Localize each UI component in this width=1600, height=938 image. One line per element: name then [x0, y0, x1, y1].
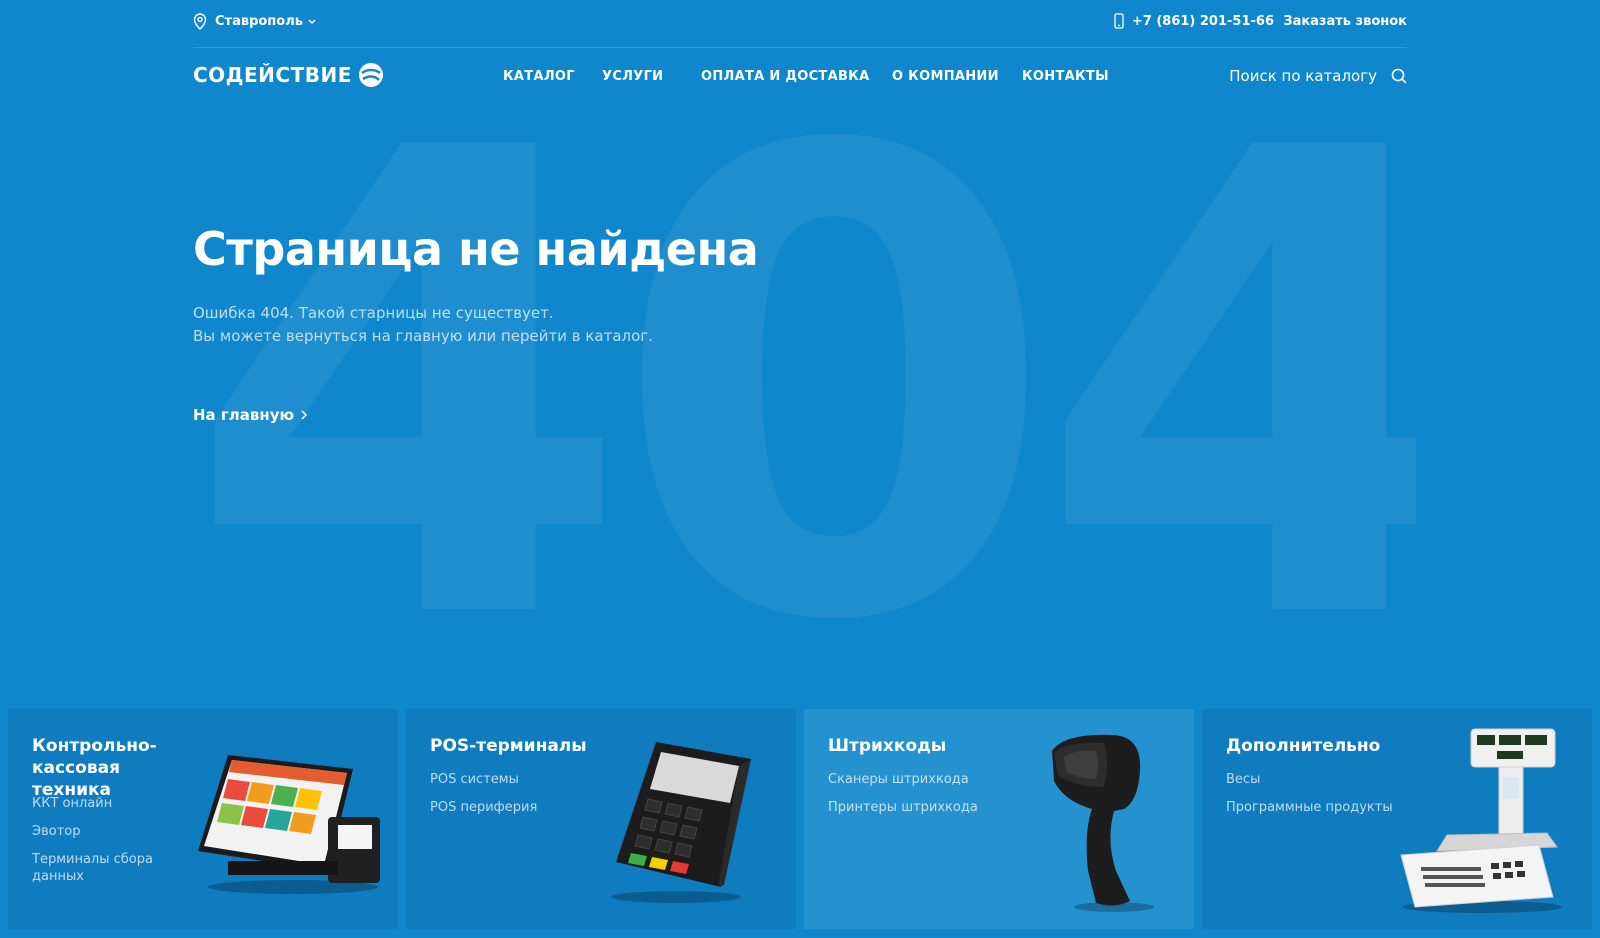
barcode-scanner-image	[1052, 734, 1154, 912]
card-link-barcode-printers[interactable]: Принтеры штрихкода	[828, 799, 978, 816]
card-title: POS-терминалы	[430, 735, 630, 757]
category-card-barcodes[interactable]: Штрихкоды Сканеры штрихкода Принтеры штр…	[804, 709, 1194, 929]
card-link-software[interactable]: Программные продукты	[1226, 799, 1393, 816]
main-header: СОДЕЙСТВИЕ КАТАЛОГ УСЛУГИ ОПЛАТА И ДОСТА…	[193, 48, 1407, 108]
card-link-data-terminals-cont[interactable]: данных	[32, 868, 153, 885]
card-links: POS системы POS периферия	[430, 771, 537, 827]
error-line-1: Ошибка 404. Такой старницы не существует…	[193, 304, 554, 322]
nav-payment-delivery[interactable]: ОПЛАТА И ДОСТАВКА	[701, 69, 869, 84]
error-description: Ошибка 404. Такой старницы не существует…	[193, 302, 653, 348]
mobile-phone-icon	[1114, 13, 1124, 29]
category-card-pos[interactable]: POS-терминалы POS системы POS периферия	[406, 709, 796, 929]
home-link[interactable]: На главную	[193, 406, 308, 424]
card-link-pos-systems[interactable]: POS системы	[430, 771, 537, 788]
weighing-scale-image	[1400, 728, 1562, 913]
phone-text: +7 (861) 201-51-66	[1131, 13, 1274, 29]
search-label: Поиск по каталогу	[1229, 67, 1377, 85]
card-links: Сканеры штрихкода Принтеры штрихкода	[828, 771, 978, 827]
category-card-additional[interactable]: Дополнительно Весы Программные продукты	[1202, 709, 1592, 929]
card-title-line: POS-терминалы	[430, 736, 587, 756]
logo[interactable]: СОДЕЙСТВИЕ	[193, 62, 384, 88]
callback-link[interactable]: Заказать звонок	[1283, 14, 1407, 29]
logo-text: СОДЕЙСТВИЕ	[193, 63, 352, 87]
card-title-line: Штрихкоды	[828, 736, 947, 756]
card-links: ККТ онлайн Эвотор Терминалы сбора данных	[32, 795, 153, 896]
city-selector[interactable]: Ставрополь	[193, 13, 324, 30]
search-icon	[1391, 68, 1407, 84]
chevron-down-icon	[308, 19, 316, 24]
category-card-kkt[interactable]: Контрольно-кассовая техника ККТ онлайн Э…	[8, 709, 398, 929]
nav-about[interactable]: О КОМПАНИИ	[892, 69, 999, 84]
card-link-evotor[interactable]: Эвотор	[32, 823, 153, 840]
error-line-2: Вы можете вернуться на главную или перей…	[193, 327, 653, 345]
home-link-label: На главную	[193, 406, 295, 424]
location-pin-icon	[193, 13, 207, 30]
card-link-kkt-online[interactable]: ККТ онлайн	[32, 795, 153, 812]
card-link-barcode-scanners[interactable]: Сканеры штрихкода	[828, 771, 978, 788]
city-name: Ставрополь	[215, 14, 303, 29]
nav-services[interactable]: УСЛУГИ	[602, 69, 663, 84]
page-title: Страница не найдена	[193, 222, 759, 276]
card-title: Штрихкоды	[828, 735, 1028, 757]
card-links: Весы Программные продукты	[1226, 771, 1393, 827]
card-link-pos-peripherals[interactable]: POS периферия	[430, 799, 537, 816]
search-button[interactable]: Поиск по каталогу	[1229, 67, 1407, 85]
card-payment-terminal-image	[611, 742, 751, 903]
background-404-number: 404	[186, 128, 1416, 648]
chevron-right-icon	[301, 410, 308, 420]
nav-catalog[interactable]: КАТАЛОГ	[503, 69, 575, 84]
pos-monitor-image	[198, 755, 380, 894]
card-link-scales[interactable]: Весы	[1226, 771, 1393, 788]
phone-number[interactable]: +7 (861) 201-51-66	[1114, 13, 1274, 29]
card-link-data-terminals[interactable]: Терминалы сбора	[32, 851, 153, 868]
logo-emblem-icon	[358, 63, 383, 87]
top-bar: Ставрополь +7 (861) 201-51-66 Заказать з…	[193, 0, 1407, 48]
nav-contacts[interactable]: КОНТАКТЫ	[1022, 69, 1109, 84]
